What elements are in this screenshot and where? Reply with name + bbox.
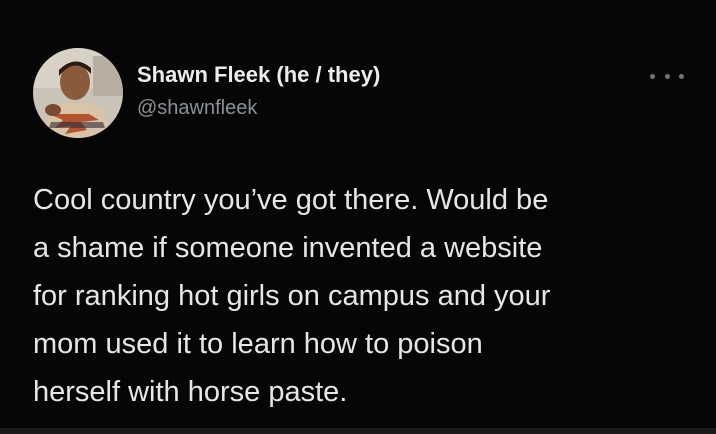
dot: [664, 73, 670, 79]
tweet-text-line: for ranking hot girls on campus and your: [33, 280, 551, 312]
tweet-text-line: mom used it to learn how to poison: [33, 328, 483, 360]
more-options-icon[interactable]: [650, 66, 684, 86]
author-handle[interactable]: @shawnfleek: [137, 97, 257, 120]
dot: [679, 73, 684, 79]
bottom-divider: [0, 428, 716, 434]
tweet-text-line: a shame if someone invented a website: [33, 232, 543, 264]
avatar-image: [33, 48, 123, 138]
tweet-text-line: herself with horse paste.: [33, 376, 348, 408]
tweet-card: Shawn Fleek (he / they) @shawnfleek Cool…: [0, 0, 716, 434]
dot: [650, 73, 655, 79]
avatar[interactable]: [33, 48, 123, 138]
tweet-text-line: Cool country you’ve got there. Would be: [33, 184, 549, 216]
author-name[interactable]: Shawn Fleek (he / they): [137, 62, 380, 88]
tweet-text: Cool country you’ve got there. Would be …: [33, 176, 693, 416]
